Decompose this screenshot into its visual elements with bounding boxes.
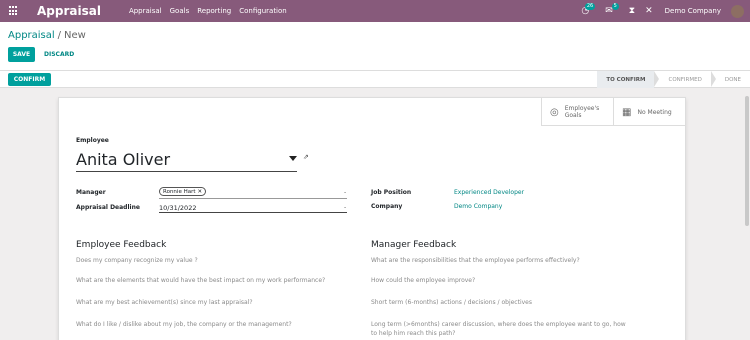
employee-question[interactable]: What are my best achievement(s) since my… [76,298,253,307]
discard-button[interactable]: DISCARD [44,47,74,62]
manager-question[interactable]: to help him reach this path? [371,329,455,338]
manager-tag-label: Ronnie Hart [163,188,196,195]
stage-pipeline: TO CONFIRM CONFIRMED DONE [597,71,750,88]
menu-item-goals[interactable]: Goals [170,7,190,15]
deadline-dash: - [344,204,347,211]
employee-field[interactable]: Anita Oliver [76,148,297,172]
chevron-down-icon[interactable] [289,156,297,161]
messages-icon[interactable]: ✉ 5 [605,3,619,16]
close-icon[interactable]: ✕ [645,6,653,16]
manager-question[interactable]: What are the responsibilities that the e… [371,256,580,265]
employee-feedback-title: Employee Feedback [76,240,167,250]
form-sheet: ◎ Employee's Goals ▦ No Meeting Employee … [58,97,686,340]
main-menu: Appraisal Goals Reporting Configuration [129,7,287,15]
breadcrumb-current: New [64,30,86,41]
manager-dash: - [344,189,347,196]
stage-confirmed[interactable]: CONFIRMED [659,71,710,88]
manager-question[interactable]: Short term (6-months) actions / decision… [371,298,532,307]
apps-menu-icon[interactable] [9,6,19,16]
save-button[interactable]: SAVE [8,47,35,62]
manager-question[interactable]: How could the employee improve? [371,276,475,285]
company-switcher[interactable]: Demo Company [665,7,721,15]
breadcrumb: Appraisal / New [8,30,86,41]
deadline-field[interactable]: 10/31/2022 [159,203,347,213]
target-icon: ◎ [550,106,559,118]
navbar-systray: ◔ 26 ✉ 5 ⧗ ✕ Demo Company [571,0,744,22]
employee-goals-button[interactable]: ◎ Employee's Goals [541,98,613,126]
employee-question[interactable]: What are the elements that would have th… [76,276,325,285]
employee-goals-label: Employee's Goals [564,105,600,119]
debug-icon[interactable]: ⧗ [629,6,635,16]
employee-question[interactable]: Does my company recognize my value ? [76,256,198,265]
meeting-button[interactable]: ▦ No Meeting [613,98,685,126]
scrollbar-thumb[interactable] [745,96,749,226]
company-value[interactable]: Demo Company [454,203,502,210]
company-label: Company [371,203,403,210]
remove-tag-icon[interactable]: ✕ [198,189,203,195]
job-position-label: Job Position [371,189,412,196]
app-brand[interactable]: Appraisal [37,4,101,18]
meeting-label: No Meeting [637,108,672,116]
menu-item-configuration[interactable]: Configuration [239,7,286,15]
manager-label: Manager [76,189,106,196]
activity-badge: 26 [584,3,596,10]
deadline-label: Appraisal Deadline [76,204,140,211]
employee-label: Employee [76,137,109,144]
external-link-icon[interactable]: ⇗ [303,153,309,161]
manager-question[interactable]: Long term (>6months) career discussion, … [371,320,626,329]
job-position-value[interactable]: Experienced Developer [454,189,524,196]
control-panel: Appraisal / New SAVE DISCARD [0,22,750,71]
activity-icon[interactable]: ◔ 26 [581,3,596,16]
stage-to-confirm[interactable]: TO CONFIRM [597,71,655,88]
menu-item-reporting[interactable]: Reporting [197,7,231,15]
manager-tag[interactable]: Ronnie Hart ✕ [159,187,207,196]
smart-button-box: ◎ Employee's Goals ▦ No Meeting [541,98,685,126]
calendar-icon: ▦ [622,106,632,118]
menu-item-appraisal[interactable]: Appraisal [129,7,162,15]
stage-done[interactable]: DONE [716,71,750,88]
manager-feedback-title: Manager Feedback [371,240,457,250]
form-statusbar: CONFIRM TO CONFIRM CONFIRMED DONE [0,71,750,88]
manager-field[interactable] [159,198,347,199]
top-navbar: Appraisal Appraisal Goals Reporting Conf… [0,0,750,22]
breadcrumb-parent[interactable]: Appraisal [8,30,55,41]
confirm-button[interactable]: CONFIRM [8,73,51,86]
employee-question[interactable]: What do I like / dislike about my job, t… [76,320,292,329]
user-avatar[interactable] [731,4,744,18]
messages-badge: 5 [611,3,619,10]
breadcrumb-separator: / [57,30,62,41]
